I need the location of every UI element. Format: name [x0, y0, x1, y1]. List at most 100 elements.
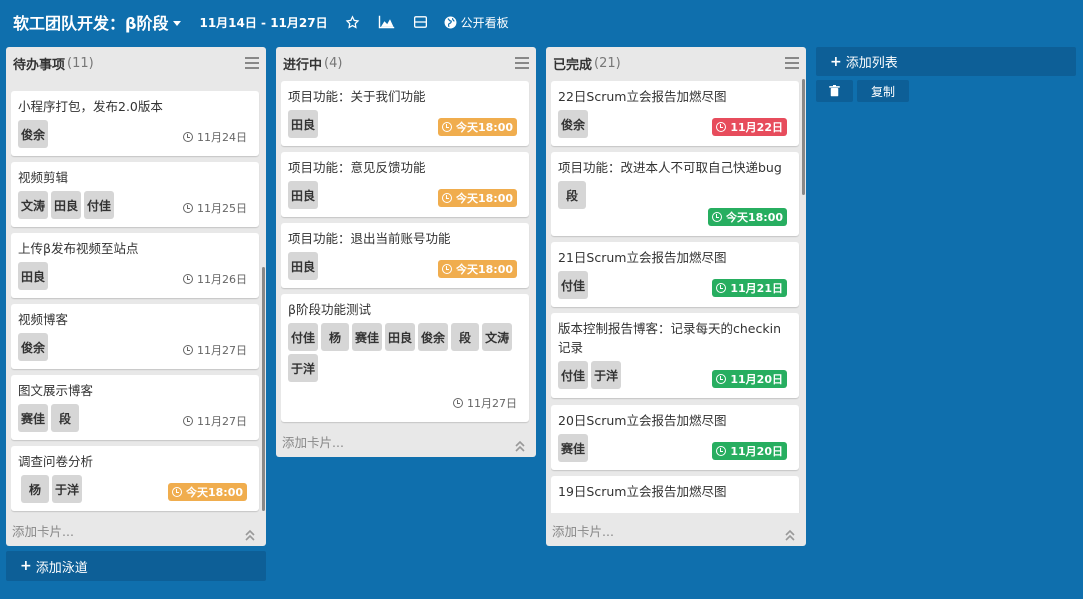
member-avatar[interactable]: 文涛	[18, 191, 49, 219]
member-avatar[interactable]: 田良	[288, 110, 319, 138]
card[interactable]: 视频剪辑 文涛 田良 付佳 11月25日	[11, 162, 259, 227]
menu-icon[interactable]	[515, 57, 529, 69]
card[interactable]: 19日Scrum立会报告加燃尽图	[551, 476, 799, 513]
list-count: (21)	[594, 55, 621, 71]
card[interactable]: 版本控制报告博客：记录每天的checkin记录 付佳 于洋 11月20日	[551, 313, 799, 398]
menu-icon[interactable]	[785, 57, 799, 69]
card-title: 项目功能：改进本人不可取自己快递bug	[558, 160, 782, 175]
card[interactable]: 项目功能：关于我们功能 田良 今天18:00	[281, 81, 529, 146]
list-header: 进行中 (4)	[276, 47, 536, 79]
star-icon[interactable]	[344, 13, 362, 31]
member-avatar[interactable]: 付佳	[558, 271, 589, 299]
card-title: 上传β发布视频至站点	[18, 241, 139, 256]
member-avatar[interactable]: 于洋	[288, 354, 319, 382]
add-swimlane-button[interactable]: + 添加泳道	[6, 551, 266, 581]
list-count: (11)	[67, 55, 94, 71]
clock-icon	[453, 398, 463, 408]
member-avatar[interactable]: 杨	[321, 323, 350, 351]
member-avatar[interactable]: 俊余	[18, 120, 49, 148]
due-date-badge: 今天18:00	[437, 189, 517, 207]
collapse-icon[interactable]	[514, 437, 526, 452]
card[interactable]: 项目功能：退出当前账号功能 田良 今天18:00	[281, 223, 529, 288]
menu-icon[interactable]	[245, 57, 259, 69]
card-title: β阶段功能测试	[288, 302, 371, 317]
collapse-icon[interactable]	[784, 526, 796, 541]
member-avatar[interactable]: 段	[558, 181, 586, 209]
clock-icon	[183, 345, 193, 355]
add-card-button[interactable]: 添加卡片...	[552, 521, 614, 540]
due-date-badge: 11月20日	[712, 442, 787, 460]
due-date-badge: 今天18:00	[167, 483, 247, 501]
due-text: 11月21日	[730, 282, 783, 295]
member-avatar[interactable]: 段	[451, 323, 480, 351]
clock-icon	[441, 122, 452, 132]
add-list-button[interactable]: + 添加列表	[816, 47, 1076, 76]
member-avatar[interactable]: 杨	[21, 475, 49, 503]
member-avatar[interactable]: 田良	[288, 181, 319, 209]
scrollbar[interactable]	[802, 79, 805, 195]
member-avatar[interactable]: 于洋	[591, 361, 622, 389]
member-avatar[interactable]: 俊余	[418, 323, 449, 351]
list-title: 进行中	[283, 57, 323, 73]
card-title: 小程序打包，发布2.0版本	[18, 99, 163, 114]
card[interactable]: 图文展示博客 赛佳 段 11月27日	[11, 375, 259, 440]
member-avatar[interactable]: 付佳	[558, 361, 589, 389]
card[interactable]: 视频博客 俊余 11月27日	[11, 304, 259, 369]
public-board-button[interactable]: 公开看板	[444, 13, 509, 31]
card[interactable]: 项目功能：改进本人不可取自己快递bug 段 今天18:00	[551, 152, 799, 236]
archive-icon[interactable]	[412, 13, 430, 31]
member-avatar[interactable]: 俊余	[558, 110, 589, 138]
due-date-badge: 11月21日	[712, 279, 787, 297]
clock-icon	[441, 193, 452, 203]
public-board-label: 公开看板	[460, 15, 509, 30]
member-avatar[interactable]: 赛佳	[18, 404, 49, 432]
member-avatar[interactable]: 段	[51, 404, 80, 432]
trash-button[interactable]	[816, 80, 853, 102]
due-date: 11月24日	[183, 128, 247, 146]
collapse-icon[interactable]	[244, 526, 256, 541]
card[interactable]: 项目功能：意见反馈功能 田良 今天18:00	[281, 152, 529, 217]
card[interactable]: 上传β发布视频至站点 田良 11月26日	[11, 233, 259, 298]
clock-icon	[716, 374, 727, 384]
due-date-badge: 11月20日	[712, 370, 787, 388]
card-title: 20日Scrum立会报告加燃尽图	[558, 413, 727, 428]
card[interactable]: 22日Scrum立会报告加燃尽图 俊余 11月22日	[551, 81, 799, 146]
card[interactable]: 小程序打包，发布2.0版本 俊余 11月24日	[11, 91, 259, 156]
member-avatar[interactable]: 赛佳	[352, 323, 383, 351]
due-date: 11月25日	[183, 199, 247, 217]
member-avatar[interactable]: 文涛	[482, 323, 513, 351]
list-count: (4)	[324, 55, 343, 71]
due-text: 11月24日	[197, 131, 247, 144]
card[interactable]: 21日Scrum立会报告加燃尽图 付佳 11月21日	[551, 242, 799, 307]
member-avatar[interactable]: 田良	[18, 262, 49, 290]
board-title[interactable]: 软工团队开发：β阶段	[13, 10, 182, 34]
card[interactable]: 调查问卷分析 杨 于洋 今天18:00	[11, 446, 259, 511]
member-avatar[interactable]: 于洋	[52, 475, 83, 503]
member-avatar[interactable]: 付佳	[288, 323, 319, 351]
member-avatar[interactable]: 田良	[385, 323, 416, 351]
member-avatar[interactable]: 赛佳	[558, 434, 589, 462]
clock-icon	[183, 132, 193, 142]
clock-icon	[711, 212, 722, 222]
member-avatar[interactable]: 俊余	[18, 333, 49, 361]
card[interactable]: β阶段功能测试 付佳 杨 赛佳 田良 俊余 段 文涛 于洋 11月27日	[281, 294, 529, 422]
due-text: 11月20日	[730, 445, 783, 458]
card-title: 项目功能：意见反馈功能	[288, 160, 426, 175]
member-avatar[interactable]: 田良	[51, 191, 82, 219]
due-text: 11月27日	[197, 415, 247, 428]
scrollbar[interactable]	[262, 267, 265, 511]
list-header: 待办事项 (11)	[6, 47, 266, 79]
member-avatar[interactable]: 付佳	[84, 191, 115, 219]
copy-button[interactable]: 复制	[857, 80, 909, 102]
due-text: 11月20日	[730, 373, 783, 386]
list-header: 已完成 (21)	[546, 47, 806, 79]
due-text: 今天18:00	[725, 211, 783, 224]
due-date-badge: 11月22日	[712, 118, 787, 136]
member-avatar[interactable]: 田良	[288, 252, 319, 280]
card[interactable]: 20日Scrum立会报告加燃尽图 赛佳 11月20日	[551, 405, 799, 470]
clock-icon	[716, 122, 727, 132]
add-card-button[interactable]: 添加卡片...	[282, 432, 344, 451]
chart-icon[interactable]	[378, 13, 396, 31]
card-title: 图文展示博客	[18, 383, 94, 398]
add-card-button[interactable]: 添加卡片...	[12, 521, 74, 540]
